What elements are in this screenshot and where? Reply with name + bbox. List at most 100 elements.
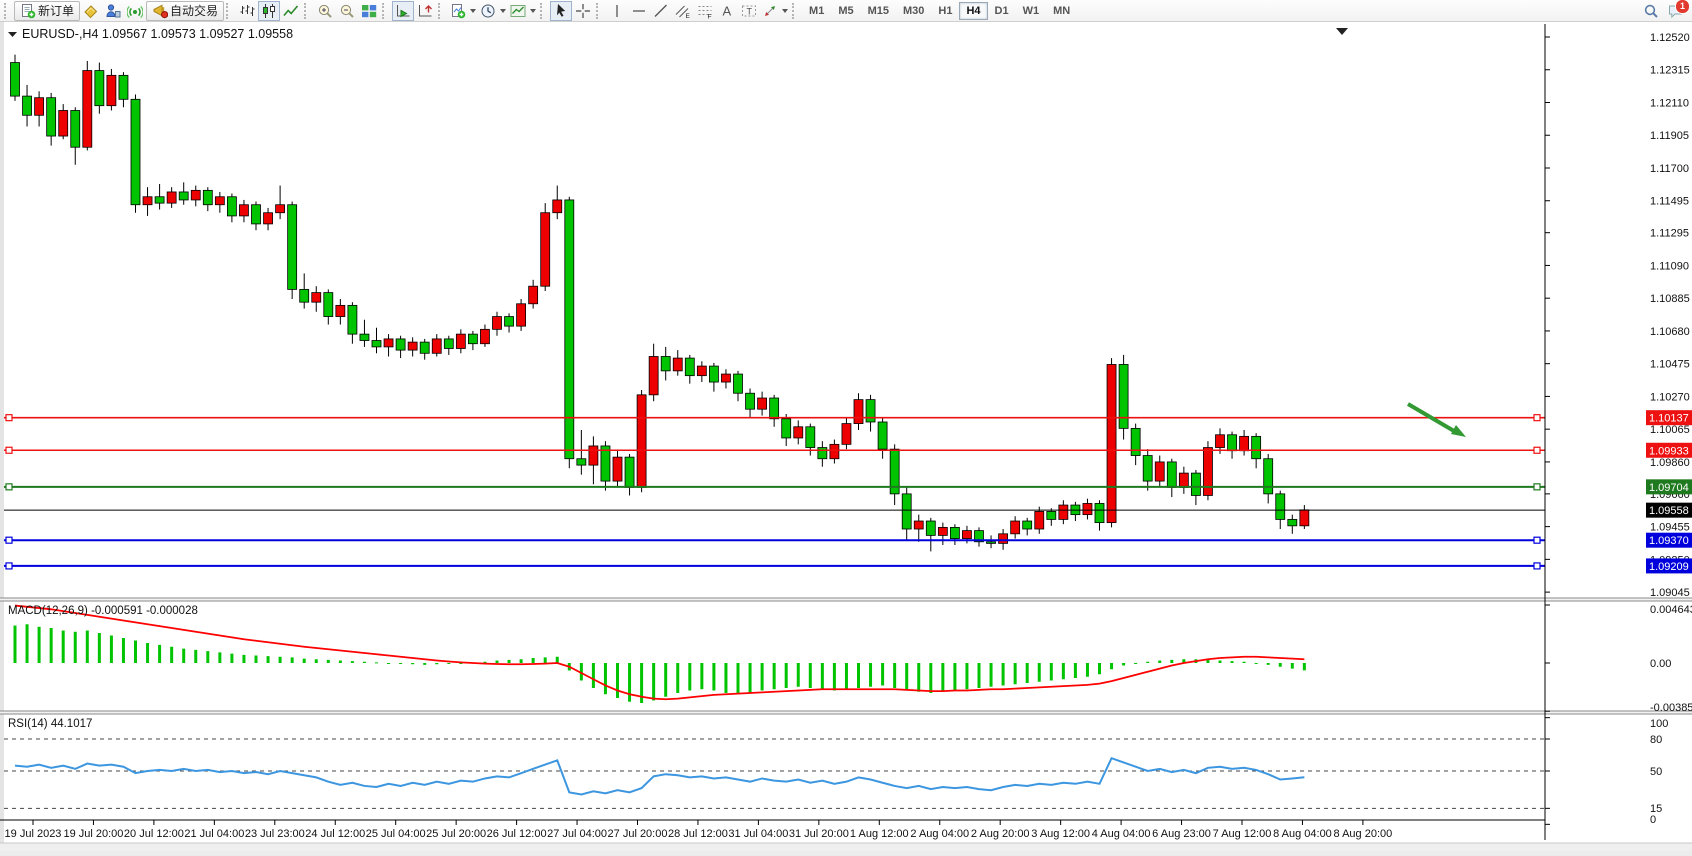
rsi-axis-label: 50 (1650, 766, 1662, 778)
zoom-out-button[interactable] (336, 1, 358, 21)
line-anchor[interactable] (1534, 415, 1540, 421)
timeframe-h4[interactable]: H4 (959, 2, 987, 20)
text-label-button[interactable]: T (738, 1, 760, 21)
candle-chart-button[interactable] (258, 1, 280, 21)
candle (999, 534, 1008, 544)
line-anchor[interactable] (6, 537, 12, 543)
timeframe-h1[interactable]: H1 (931, 2, 959, 20)
toolbar-group-2 (314, 0, 380, 22)
line-anchor[interactable] (6, 447, 12, 453)
toolbar-grip[interactable] (4, 3, 11, 19)
candle (1143, 456, 1152, 482)
candle (517, 304, 526, 326)
macd-bar (110, 636, 113, 663)
timeframe-m1[interactable]: M1 (802, 2, 831, 20)
horizontal-line-button[interactable] (628, 1, 650, 21)
toolbar-grip[interactable] (540, 3, 547, 19)
line-anchor[interactable] (6, 484, 12, 490)
crosshair-button[interactable] (572, 1, 594, 21)
chart-canvas[interactable]: 1.125201.123151.121101.119051.117001.114… (0, 22, 1692, 851)
macd-bar (1122, 663, 1125, 665)
candle (1300, 510, 1309, 526)
candle (589, 446, 598, 465)
signals-button[interactable] (124, 1, 146, 21)
market-watch-button[interactable] (80, 1, 102, 21)
macd-bar (74, 632, 77, 663)
line-anchor[interactable] (1534, 563, 1540, 569)
macd-bar (881, 663, 884, 685)
toolbar-grip[interactable] (304, 3, 311, 19)
timeframe-m15[interactable]: M15 (861, 2, 896, 20)
tile-windows-button[interactable] (358, 1, 380, 21)
cursor-button[interactable] (550, 1, 572, 21)
price-badge-text: 1.09558 (1649, 505, 1689, 517)
toolbar-grip[interactable] (438, 3, 445, 19)
toolbar-grip[interactable] (226, 3, 233, 19)
price-badge: 1.09209 (1646, 558, 1692, 573)
indicators-button[interactable] (448, 1, 478, 21)
timeframe-d1[interactable]: D1 (988, 2, 1016, 20)
timeframe-m5[interactable]: M5 (831, 2, 860, 20)
timeframe-w1[interactable]: W1 (1016, 2, 1047, 20)
macd-bar (520, 659, 523, 663)
timeframe-m30[interactable]: M30 (896, 2, 931, 20)
macd-bar (965, 663, 968, 689)
macd-bar (712, 663, 715, 690)
trendline-button[interactable] (650, 1, 672, 21)
template-icon (510, 3, 526, 19)
equidistant-channel-button[interactable]: E (672, 1, 694, 21)
new-order-button[interactable]: 新订单 (14, 1, 80, 21)
candle (11, 63, 20, 97)
line-chart-button[interactable] (280, 1, 302, 21)
toolbar-group-0: 新订单 自动交易 (14, 0, 224, 22)
macd-bar (62, 631, 65, 663)
candle (1107, 364, 1116, 522)
macd-bar (1231, 661, 1234, 663)
price-badge-text: 1.09704 (1649, 482, 1689, 494)
toolbar-grip[interactable] (792, 3, 799, 19)
line-anchor[interactable] (6, 415, 12, 421)
timeframe-mn[interactable]: MN (1046, 2, 1077, 20)
candle (1023, 521, 1032, 529)
periods-button[interactable] (478, 1, 508, 21)
line-anchor[interactable] (6, 563, 12, 569)
bar-chart-button[interactable] (236, 1, 258, 21)
fibonacci-button[interactable]: F (694, 1, 716, 21)
rsi-axis-label: 0 (1650, 814, 1656, 826)
date-tick-label: 1 Aug 12:00 (850, 828, 909, 840)
candle (1203, 448, 1212, 496)
navigator-button[interactable] (102, 1, 124, 21)
auto-trading-button[interactable]: 自动交易 (146, 1, 224, 21)
arrows-button[interactable] (760, 1, 790, 21)
toolbar-grip[interactable] (382, 3, 389, 19)
macd-label: MACD(12,26,9) -0.000591 -0.000028 (8, 605, 198, 617)
line-anchor[interactable] (1534, 537, 1540, 543)
chart-shift-button[interactable] (414, 1, 436, 21)
svg-text:F: F (708, 13, 712, 19)
auto-scroll-button[interactable] (392, 1, 414, 21)
date-tick-label: 31 Jul 20:00 (789, 828, 849, 840)
date-tick-label: 23 Jul 23:00 (245, 828, 305, 840)
macd-bar (857, 663, 860, 688)
vertical-line-button[interactable] (606, 1, 628, 21)
candle (1276, 494, 1285, 520)
zoom-in-button[interactable] (314, 1, 336, 21)
svg-text:T: T (747, 6, 753, 16)
candle (47, 98, 56, 136)
line-anchor[interactable] (1534, 447, 1540, 453)
trendline-icon (653, 3, 669, 19)
macd-bar (327, 660, 330, 663)
candle (420, 342, 429, 353)
toolbar-grip[interactable] (596, 3, 603, 19)
templates-button[interactable] (508, 1, 538, 21)
chat-button[interactable]: 1 (1668, 3, 1684, 19)
candle (119, 75, 128, 99)
vline-icon (609, 3, 625, 19)
auto-scroll-icon (395, 3, 411, 19)
text-button[interactable]: A (716, 1, 738, 21)
candle (938, 527, 947, 535)
search-button[interactable] (1640, 1, 1662, 21)
price-badge: 1.09704 (1646, 479, 1692, 494)
candle (444, 339, 453, 349)
line-anchor[interactable] (1534, 484, 1540, 490)
